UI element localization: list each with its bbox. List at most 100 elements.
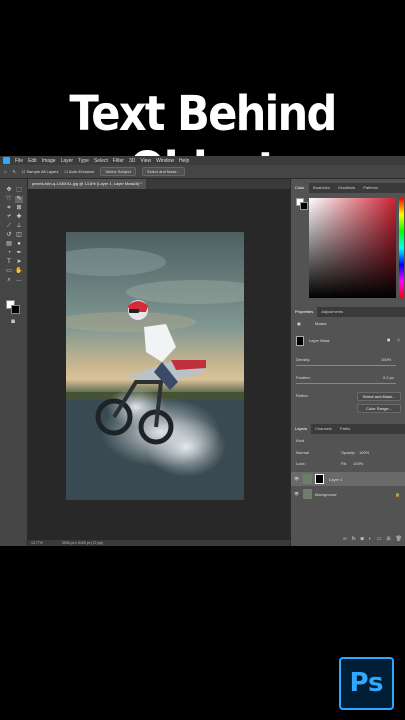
- select-subject-button[interactable]: Select Subject: [100, 167, 136, 176]
- blur-tool-icon[interactable]: ●: [15, 241, 23, 248]
- document-tabs: pexels-fotn-q-1430011.jpg @ 13.8% (Layer…: [28, 179, 290, 189]
- blend-mode-select[interactable]: Normal: [296, 450, 309, 455]
- feather-value[interactable]: 0.0 px: [383, 375, 394, 380]
- menu-help[interactable]: Help: [179, 158, 189, 164]
- healing-tool-icon[interactable]: ✚: [15, 214, 23, 221]
- move-tool-icon[interactable]: ✥: [5, 187, 13, 194]
- menu-image[interactable]: Image: [42, 158, 56, 164]
- tab-gradients[interactable]: Gradients: [334, 183, 359, 193]
- menu-view[interactable]: View: [140, 158, 151, 164]
- feather-label: Feather:: [296, 375, 311, 380]
- tab-paths[interactable]: Paths: [336, 424, 354, 434]
- tab-adjustments[interactable]: Adjustments: [317, 307, 347, 317]
- tools-panel: ✥ ⬚ ➰ ✎ ⌗ ⊠ ⌿ ✚ ⟋ ⊥ ↺ ◫ ▤ ● ◔ ✒ T ➤ ▭ ✋ …: [0, 179, 28, 546]
- shape-tool-icon[interactable]: ▭: [5, 268, 13, 275]
- path-select-icon[interactable]: ➤: [15, 259, 23, 266]
- density-label: Density:: [296, 357, 311, 362]
- marquee-tool-icon[interactable]: ⬚: [15, 187, 23, 194]
- right-panels: Color Swatches Gradients Patterns Proper…: [290, 179, 405, 546]
- hand-tool-icon[interactable]: ✋: [15, 268, 23, 275]
- layers-footer: ∞ fx ◙ ◐ ▭ ⊞ 🗑: [291, 536, 405, 545]
- document-photo[interactable]: [66, 232, 244, 500]
- kind-filter[interactable]: Kind: [296, 438, 304, 443]
- menu-type[interactable]: Type: [78, 158, 89, 164]
- menu-filter[interactable]: Filter: [113, 158, 124, 164]
- zoom-readout[interactable]: 13.77%: [31, 541, 43, 545]
- tab-patterns[interactable]: Patterns: [359, 183, 382, 193]
- eraser-tool-icon[interactable]: ◫: [15, 232, 23, 239]
- type-tool-icon[interactable]: T: [5, 259, 13, 266]
- density-slider[interactable]: [296, 365, 396, 366]
- menu-edit[interactable]: Edit: [28, 158, 37, 164]
- group-icon[interactable]: ▭: [377, 536, 382, 545]
- adjustment-icon[interactable]: ◐: [369, 536, 372, 545]
- layers-panel-tabs: Layers Channels Paths: [291, 424, 405, 434]
- quick-selection-icon[interactable]: ✎: [12, 169, 15, 174]
- pixel-mask-icon[interactable]: ◼: [387, 337, 390, 342]
- fill-value[interactable]: 100%: [353, 461, 363, 466]
- gradient-tool-icon[interactable]: ▤: [5, 241, 13, 248]
- auto-enhance-checkbox[interactable]: ☐ Auto-Enhance: [65, 169, 95, 174]
- menu-3d[interactable]: 3D: [129, 158, 135, 164]
- color-bg-swatch[interactable]: [300, 202, 308, 210]
- document-tab[interactable]: pexels-fotn-q-1430011.jpg @ 13.8% (Layer…: [28, 179, 146, 189]
- lock-label: Lock:: [296, 461, 306, 466]
- frame-tool-icon[interactable]: ⊠: [15, 205, 23, 212]
- opacity-value[interactable]: 100%: [359, 450, 369, 455]
- background-color-swatch[interactable]: [11, 305, 20, 314]
- zoom-tool-icon[interactable]: ⌕: [5, 277, 13, 284]
- quick-mask-icon[interactable]: ◙: [9, 319, 17, 326]
- visibility-eye-icon[interactable]: 👁: [294, 491, 299, 496]
- new-layer-icon[interactable]: ⊞: [386, 536, 390, 545]
- color-range-button[interactable]: Color Range...: [357, 404, 401, 413]
- dodge-tool-icon[interactable]: ◔: [5, 250, 13, 257]
- sample-all-layers-checkbox[interactable]: ☐ Sample All Layers: [22, 169, 59, 174]
- menu-layer[interactable]: Layer: [61, 158, 74, 164]
- layer-name[interactable]: Layer 1: [329, 477, 342, 482]
- tab-channels[interactable]: Channels: [311, 424, 336, 434]
- canvas-area[interactable]: [28, 189, 290, 540]
- background-layer-name[interactable]: Background: [315, 492, 336, 497]
- lasso-tool-icon[interactable]: ➰: [5, 196, 13, 203]
- background-thumb: [303, 489, 312, 499]
- more-tools-icon[interactable]: …: [15, 277, 23, 284]
- photoshop-logo: Ps: [339, 657, 394, 710]
- hue-slider[interactable]: [399, 198, 404, 298]
- add-mask-icon[interactable]: ◙: [361, 536, 364, 545]
- options-bar: ⌂ ✎ ☐ Sample All Layers ☐ Auto-Enhance S…: [0, 165, 405, 179]
- vector-mask-icon[interactable]: ◇: [397, 337, 400, 342]
- layer-mask-thumbnail[interactable]: [315, 474, 324, 484]
- trash-icon[interactable]: 🗑: [396, 536, 402, 545]
- layer-mask-thumb[interactable]: [296, 336, 304, 346]
- crop-tool-icon[interactable]: ⌗: [5, 205, 13, 212]
- eyedropper-tool-icon[interactable]: ⌿: [5, 214, 13, 221]
- density-value[interactable]: 100%: [381, 357, 391, 362]
- lock-icon: 🔒: [395, 492, 400, 497]
- status-bar: 13.77% 3956 px x 5109 px (72 ppi): [28, 540, 290, 546]
- menu-select[interactable]: Select: [94, 158, 108, 164]
- tab-properties[interactable]: Properties: [291, 307, 318, 317]
- home-icon[interactable]: ⌂: [4, 169, 6, 174]
- menu-window[interactable]: Window: [156, 158, 174, 164]
- visibility-eye-icon[interactable]: 👁: [294, 476, 299, 481]
- brush-tool-icon[interactable]: ⟋: [5, 223, 13, 230]
- layer-row-layer-1[interactable]: 👁 Layer 1: [291, 472, 405, 486]
- link-icon[interactable]: ∞: [343, 536, 347, 545]
- select-mask-button[interactable]: Select and Mask...: [141, 167, 185, 176]
- color-picker-field[interactable]: [309, 198, 396, 298]
- properties-panel-tabs: Properties Adjustments: [291, 307, 405, 317]
- layer-row-background[interactable]: 👁 Background 🔒: [291, 487, 405, 501]
- feather-slider[interactable]: [296, 383, 396, 384]
- refine-label: Refine:: [296, 393, 309, 398]
- tab-swatches[interactable]: Swatches: [309, 183, 334, 193]
- select-mask-properties-button[interactable]: Select and Mask...: [357, 392, 401, 401]
- history-brush-icon[interactable]: ↺: [5, 232, 13, 239]
- stamp-tool-icon[interactable]: ⊥: [15, 223, 23, 230]
- menu-bar: File Edit Image Layer Type Select Filter…: [0, 156, 405, 165]
- pen-tool-icon[interactable]: ✒: [15, 250, 23, 257]
- menu-file[interactable]: File: [15, 158, 23, 164]
- tab-layers[interactable]: Layers: [291, 424, 312, 434]
- tab-color[interactable]: Color: [291, 183, 309, 193]
- fx-icon[interactable]: fx: [352, 536, 356, 545]
- quick-select-tool-icon[interactable]: ✎: [15, 196, 23, 203]
